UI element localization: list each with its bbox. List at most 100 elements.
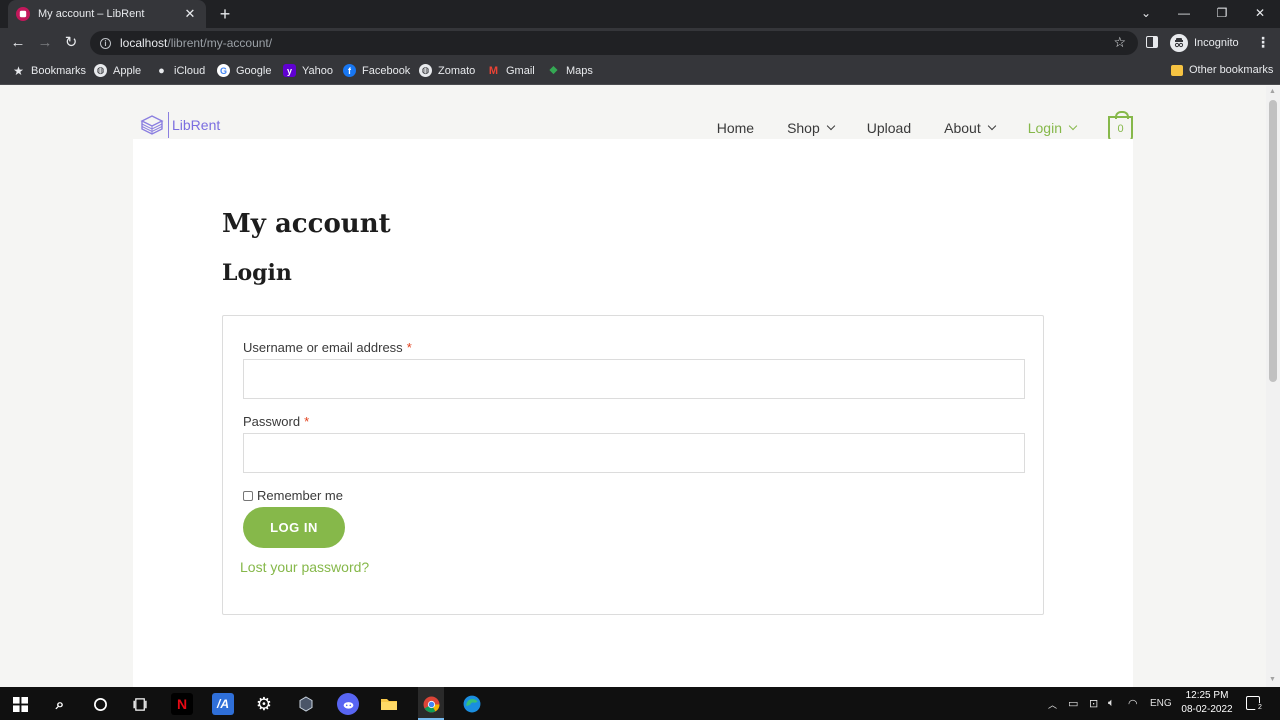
nav-about-label: About <box>944 120 981 136</box>
bookmark-item-bookmarks[interactable]: ★ Bookmarks <box>12 64 87 78</box>
discord-icon[interactable] <box>337 693 359 715</box>
bookmark-label: Gmail <box>506 64 535 77</box>
battery-icon[interactable]: ▭ <box>1068 697 1078 710</box>
url-host: localhost <box>120 36 168 50</box>
nav-login[interactable]: Login <box>1027 120 1078 136</box>
powerautomate-icon[interactable]: /A <box>212 693 234 715</box>
nav-shop-label: Shop <box>787 120 820 136</box>
tab-title: My account – LibRent <box>38 8 145 20</box>
apple-icon: ● <box>158 64 165 77</box>
scroll-up-arrow-icon[interactable]: ▲ <box>1269 88 1276 95</box>
globe-icon: ◍ <box>419 64 432 77</box>
language-indicator[interactable]: ENG <box>1150 698 1172 709</box>
clock-time: 12:25 PM <box>1185 690 1229 701</box>
page-scrollbar[interactable]: ▲ ▼ <box>1266 86 1280 687</box>
meet-now-icon[interactable]: ⊡ <box>1089 697 1098 710</box>
gmail-icon: M <box>488 64 499 77</box>
remember-me-checkbox[interactable] <box>243 490 253 501</box>
chevron-down-icon <box>826 121 836 131</box>
nav-upload[interactable]: Upload <box>867 120 911 136</box>
bookmark-item-apple[interactable]: ◍ Apple <box>94 64 141 77</box>
taskbar-clock[interactable]: 12:25 PM 08-02-2022 <box>1176 689 1238 717</box>
login-form: Username or email address * Password * Rem… <box>222 315 1044 615</box>
side-panel-icon[interactable] <box>1146 36 1158 48</box>
tab-close-icon[interactable]: ✕ <box>182 6 198 22</box>
bookmark-item-icloud[interactable]: ● iCloud <box>155 64 205 77</box>
other-bookmarks-label: Other bookmarks <box>1189 64 1274 76</box>
login-button[interactable]: LOG IN <box>243 507 345 548</box>
bookmark-item-facebook[interactable]: f Facebook <box>343 64 410 77</box>
password-label-text: Password <box>243 414 301 429</box>
browser-tabstrip: My account – LibRent ✕ + ⌄ — ❐ ✕ <box>0 0 1280 28</box>
bookmark-item-google[interactable]: G Google <box>217 64 271 77</box>
bookmark-label: Maps <box>566 64 593 77</box>
login-heading: Login <box>222 260 292 286</box>
new-tab-button[interactable]: + <box>216 5 234 23</box>
password-input[interactable] <box>243 433 1025 473</box>
lost-password-link[interactable]: Lost your password? <box>240 559 369 575</box>
nav-home[interactable]: Home <box>717 120 754 136</box>
netflix-icon[interactable]: N <box>171 693 193 715</box>
bookmark-label: Zomato <box>438 64 476 77</box>
chrome-icon[interactable] <box>420 693 442 715</box>
folder-icon <box>1171 64 1183 76</box>
librent-favicon-icon <box>16 7 30 21</box>
site-logo[interactable]: LibRent <box>139 112 220 138</box>
settings-gear-icon[interactable]: ⚙ <box>253 693 275 715</box>
reload-icon[interactable]: ↻ <box>62 34 80 52</box>
required-mark: * <box>304 414 310 429</box>
minimize-button[interactable]: — <box>1176 6 1192 20</box>
close-window-button[interactable]: ✕ <box>1252 6 1268 20</box>
username-label: Username or email address * <box>243 340 412 355</box>
incognito-indicator[interactable]: Incognito <box>1170 34 1239 52</box>
scrollbar-thumb[interactable] <box>1269 100 1277 382</box>
site-info-icon[interactable]: i <box>100 37 111 49</box>
restore-button[interactable]: ❐ <box>1214 6 1230 20</box>
windows-start-icon[interactable] <box>9 693 31 715</box>
wifi-icon[interactable]: ◠ <box>1128 697 1138 710</box>
nav-login-label: Login <box>1027 120 1062 136</box>
task-view-icon[interactable] <box>129 693 151 715</box>
tray-chevron-up-icon[interactable]: ︿ <box>1048 698 1057 711</box>
bookmark-label: Google <box>236 64 272 77</box>
password-label: Password * <box>243 414 309 429</box>
chevron-down-icon <box>987 121 996 131</box>
bookmark-item-zomato[interactable]: ◍ Zomato <box>419 64 475 77</box>
other-bookmarks[interactable]: Other bookmarks <box>1171 64 1273 76</box>
bookmark-item-yahoo[interactable]: y Yahoo <box>283 64 333 77</box>
remember-me[interactable]: Remember me <box>243 488 343 503</box>
bookmark-label: Facebook <box>362 64 411 77</box>
site-header: LibRent Home Shop Upload About Login 0 <box>133 86 1133 142</box>
bookmark-label: Bookmarks <box>31 64 87 77</box>
forward-arrow-icon[interactable]: → <box>36 34 54 52</box>
file-explorer-folder-icon[interactable] <box>378 693 400 715</box>
edge-icon[interactable] <box>461 693 483 715</box>
browser-tab-active[interactable]: My account – LibRent ✕ <box>8 0 206 28</box>
back-arrow-icon[interactable]: ← <box>9 34 27 52</box>
bookmark-label: Yahoo <box>302 64 333 77</box>
browser-menu-icon[interactable]: ⋮ <box>1256 34 1270 51</box>
books-logo-icon <box>139 112 165 138</box>
globe-icon: ◍ <box>94 64 107 77</box>
chevron-down-icon <box>1068 121 1078 131</box>
scroll-down-arrow-icon[interactable]: ▼ <box>1269 676 1276 683</box>
nav-about[interactable]: About <box>944 120 996 136</box>
bookmark-label: Apple <box>113 64 142 77</box>
bookmark-item-maps[interactable]: ⬥ Maps <box>547 64 593 77</box>
notification-count-badge: 2 <box>1255 703 1265 713</box>
remember-me-label: Remember me <box>257 488 343 503</box>
main-content: My account Login Username or email addre… <box>133 139 1133 687</box>
address-bar[interactable]: i localhost /librent/my-account/ ☆ <box>90 31 1138 55</box>
cortana-icon[interactable] <box>89 693 111 715</box>
username-input[interactable] <box>243 359 1025 399</box>
search-icon[interactable]: ⌕ <box>49 693 71 715</box>
volume-icon[interactable]: 🔈︎ <box>1108 697 1115 710</box>
bookmark-item-gmail[interactable]: M Gmail <box>487 64 535 77</box>
logo-text: LibRent <box>172 117 221 133</box>
browser-toolbar: ← → ↻ i localhost /librent/my-account/ ☆… <box>0 28 1280 58</box>
page-viewport: LibRent Home Shop Upload About Login 0 M… <box>0 86 1266 687</box>
tab-search-icon[interactable]: ⌄ <box>1138 6 1154 20</box>
app-hexagon-icon[interactable] <box>295 693 317 715</box>
bookmark-star-icon[interactable]: ☆ <box>1113 34 1126 51</box>
nav-shop[interactable]: Shop <box>787 120 836 136</box>
